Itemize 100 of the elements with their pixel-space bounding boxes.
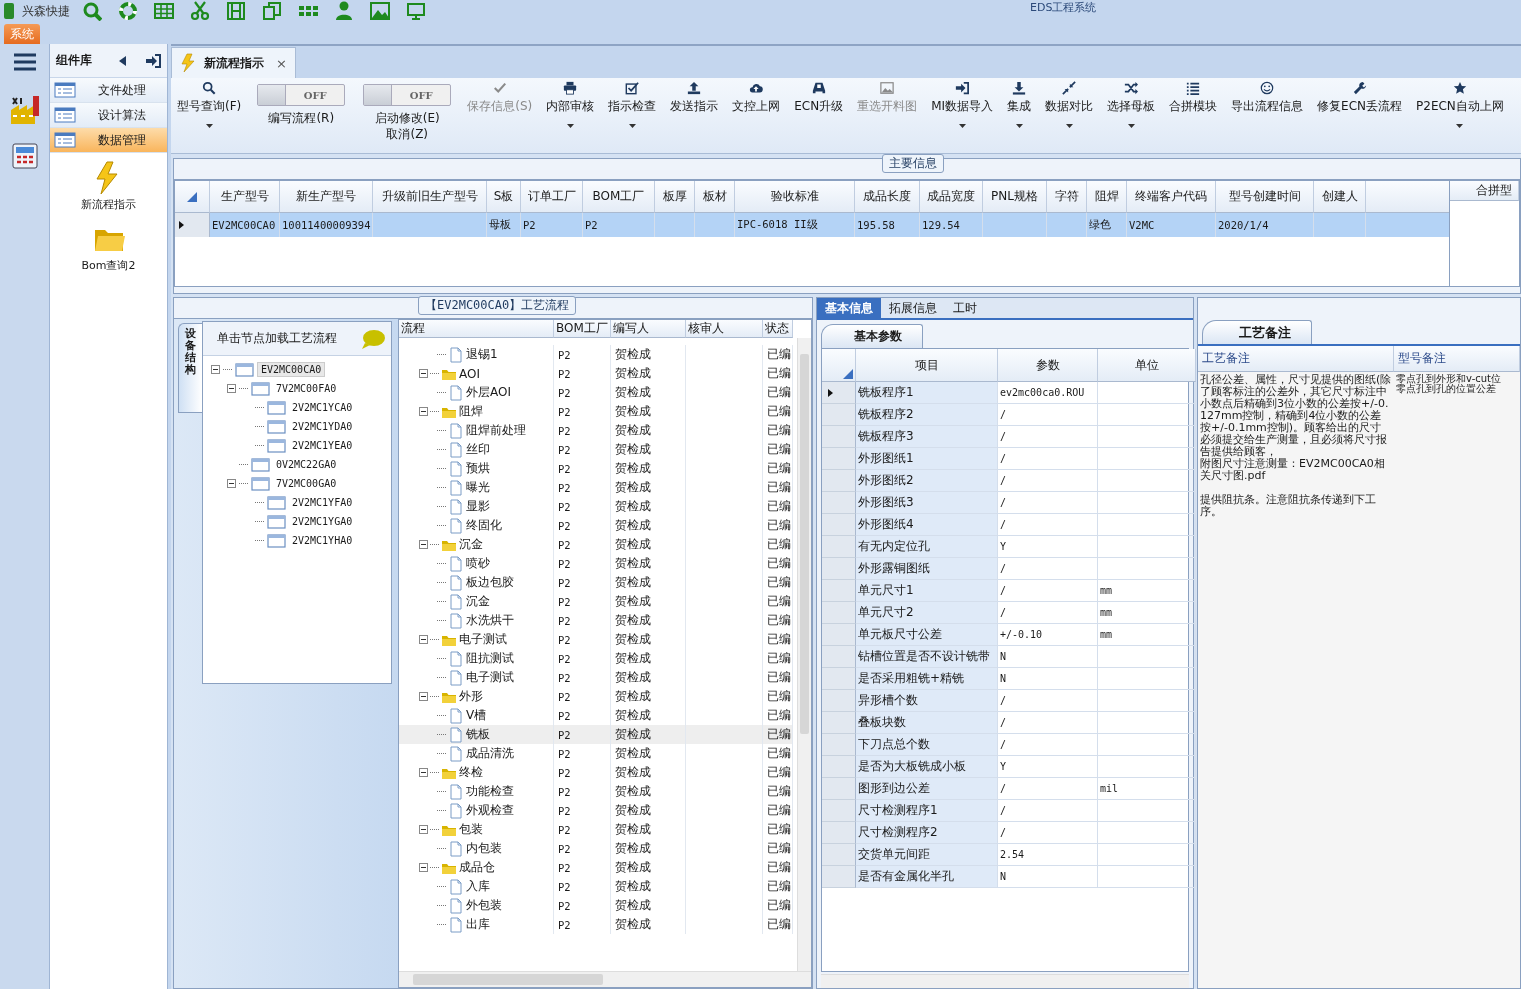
column-header[interactable]: 阻焊 xyxy=(1087,181,1127,213)
column-header[interactable]: 核审人 xyxy=(686,320,763,338)
sidebar-item[interactable]: 文件处理 xyxy=(50,78,167,103)
process-row[interactable]: 包装 P2 贺检成 已编 xyxy=(399,820,797,839)
menu-icon[interactable] xyxy=(11,52,38,72)
column-header[interactable]: 升级前旧生产型号 xyxy=(373,181,487,213)
field-value[interactable]: / xyxy=(998,602,1098,624)
ribbon-button[interactable]: 文控上网 xyxy=(730,80,783,144)
process-row[interactable]: 入库 P2 贺检成 已编 xyxy=(399,877,797,896)
scissors-icon[interactable] xyxy=(190,1,210,21)
process-row[interactable]: 喷砂 P2 贺检成 已编 xyxy=(399,554,797,573)
process-row[interactable]: 丝印 P2 贺检成 已编 xyxy=(399,440,797,459)
ribbon-button[interactable]: 导出流程信息 xyxy=(1229,80,1306,144)
toggle-switch[interactable]: OFF xyxy=(363,84,452,106)
field-value[interactable]: 2.54 xyxy=(998,844,1098,866)
column-header[interactable]: PNL规格 xyxy=(983,181,1047,213)
column-header[interactable]: 参数 xyxy=(998,349,1098,382)
field-value[interactable]: / xyxy=(998,558,1098,580)
vertical-tab[interactable]: 设备结构 xyxy=(178,323,202,413)
process-row[interactable]: 沉金 P2 贺检成 已编 xyxy=(399,592,797,611)
sign-in-icon[interactable] xyxy=(145,53,161,68)
tab[interactable]: 基本信息 xyxy=(817,298,881,318)
process-row[interactable]: 电子测试 P2 贺检成 已编 xyxy=(399,668,797,687)
tree-toggle-icon[interactable] xyxy=(419,369,428,378)
column-header[interactable]: BOM工厂 xyxy=(554,320,611,338)
film-icon[interactable] xyxy=(226,1,246,21)
column-header[interactable]: 订单工厂 xyxy=(521,181,583,213)
process-row[interactable]: 阻焊前处理 P2 贺检成 已编 xyxy=(399,421,797,440)
tree-node[interactable]: 2V2MC1YCA0 xyxy=(289,401,356,414)
field-value[interactable]: / xyxy=(998,778,1098,800)
table-icon[interactable] xyxy=(154,1,174,21)
column-header[interactable]: 状态 xyxy=(763,320,793,338)
ribbon-button[interactable]: 数据对比 xyxy=(1043,80,1096,144)
column-header[interactable]: 工艺备注 xyxy=(1198,346,1394,372)
tree-toggle-icon[interactable] xyxy=(227,479,236,488)
tree-node[interactable]: 7V2MC00GA0 xyxy=(273,477,340,490)
tree-node[interactable]: 2V2MC1YHA0 xyxy=(289,534,356,547)
copy-icon[interactable] xyxy=(262,1,282,21)
ribbon-button[interactable]: 集成 xyxy=(1005,80,1034,144)
row-header[interactable] xyxy=(175,213,210,237)
tablet-icon[interactable] xyxy=(406,1,426,21)
person-icon[interactable] xyxy=(334,1,354,21)
field-value[interactable]: / xyxy=(998,514,1098,536)
column-header[interactable]: 终端客户代码 xyxy=(1127,181,1216,213)
field-value[interactable]: / xyxy=(998,580,1098,602)
tab[interactable]: 基本参数 xyxy=(821,324,923,348)
scrollbar[interactable] xyxy=(399,971,811,987)
process-row[interactable]: AOI P2 贺检成 已编 xyxy=(399,364,797,383)
field-value[interactable]: / xyxy=(998,492,1098,514)
process-row[interactable]: 出库 P2 贺检成 已编 xyxy=(399,915,797,934)
ribbon-button[interactable]: MI数据导入 xyxy=(929,80,996,144)
module-launcher[interactable]: 新流程指示 xyxy=(81,161,136,212)
process-row[interactable]: 阻焊 P2 贺检成 已编 xyxy=(399,402,797,421)
document-tab[interactable]: 新流程指示 × xyxy=(171,47,296,78)
tree-toggle-icon[interactable] xyxy=(419,407,428,416)
tree-node[interactable]: 0V2MC22GA0 xyxy=(273,458,340,471)
tab[interactable]: 工时 xyxy=(945,298,985,318)
sidebar-item[interactable]: 设计算法 xyxy=(50,103,167,128)
field-value[interactable]: ev2mc00ca0.ROU xyxy=(998,382,1098,404)
column-header[interactable]: 单位 xyxy=(1098,349,1196,382)
field-value[interactable]: / xyxy=(998,690,1098,712)
field-value[interactable]: +/-0.10 xyxy=(998,624,1098,646)
tab[interactable]: 拓展信息 xyxy=(881,298,945,318)
column-header[interactable]: 板材 xyxy=(695,181,735,213)
process-row[interactable]: 外形 P2 贺检成 已编 xyxy=(399,687,797,706)
column-header[interactable]: 型号备注 xyxy=(1394,346,1520,372)
ribbon-button[interactable]: 选择母板 xyxy=(1105,80,1158,144)
module-launcher[interactable]: Bom查询2 xyxy=(81,222,136,273)
tab[interactable]: 工艺备注 xyxy=(1202,320,1312,344)
process-row[interactable]: 沉金 P2 贺检成 已编 xyxy=(399,535,797,554)
column-header[interactable]: 板厚 xyxy=(655,181,695,213)
ribbon-button[interactable]: 修复ECN丢流程 xyxy=(1315,80,1405,144)
ribbon-button[interactable]: 型号查询(F) xyxy=(175,80,244,144)
column-header[interactable]: 合拼型 xyxy=(1450,181,1519,201)
process-row[interactable]: 板边包胶 P2 贺检成 已编 xyxy=(399,573,797,592)
column-header[interactable]: 创建人 xyxy=(1314,181,1366,213)
field-value[interactable]: / xyxy=(998,426,1098,448)
process-row[interactable]: 铣板 P2 贺检成 已编 xyxy=(399,725,797,744)
ribbon-button[interactable]: 发送指示 xyxy=(668,80,721,144)
tree-node[interactable]: 2V2MC1YEA0 xyxy=(289,439,356,452)
image-icon[interactable] xyxy=(370,1,390,21)
tree-toggle-icon[interactable] xyxy=(227,384,236,393)
process-row[interactable]: 预烘 P2 贺检成 已编 xyxy=(399,459,797,478)
tree-node[interactable]: 2V2MC1YDA0 xyxy=(289,420,356,433)
tree-node[interactable]: 2V2MC1YFA0 xyxy=(289,496,356,509)
field-value[interactable]: N xyxy=(998,646,1098,668)
field-value[interactable]: / xyxy=(998,734,1098,756)
field-value[interactable]: / xyxy=(998,448,1098,470)
close-button[interactable]: × xyxy=(276,55,287,71)
tree-toggle-icon[interactable] xyxy=(419,635,428,644)
tree-toggle-icon[interactable] xyxy=(419,825,428,834)
process-row[interactable]: 曝光 P2 贺检成 已编 xyxy=(399,478,797,497)
process-row[interactable]: 功能检查 P2 贺检成 已编 xyxy=(399,782,797,801)
ribbon-button[interactable]: ECN升级 xyxy=(792,80,846,144)
ribbon-button[interactable]: 内部审核 xyxy=(544,80,597,144)
field-value[interactable]: N xyxy=(998,866,1098,888)
process-row[interactable]: 终检 P2 贺检成 已编 xyxy=(399,763,797,782)
column-header[interactable]: 生产型号 xyxy=(210,181,280,213)
tree-toggle-icon[interactable] xyxy=(419,540,428,549)
field-value[interactable]: / xyxy=(998,822,1098,844)
